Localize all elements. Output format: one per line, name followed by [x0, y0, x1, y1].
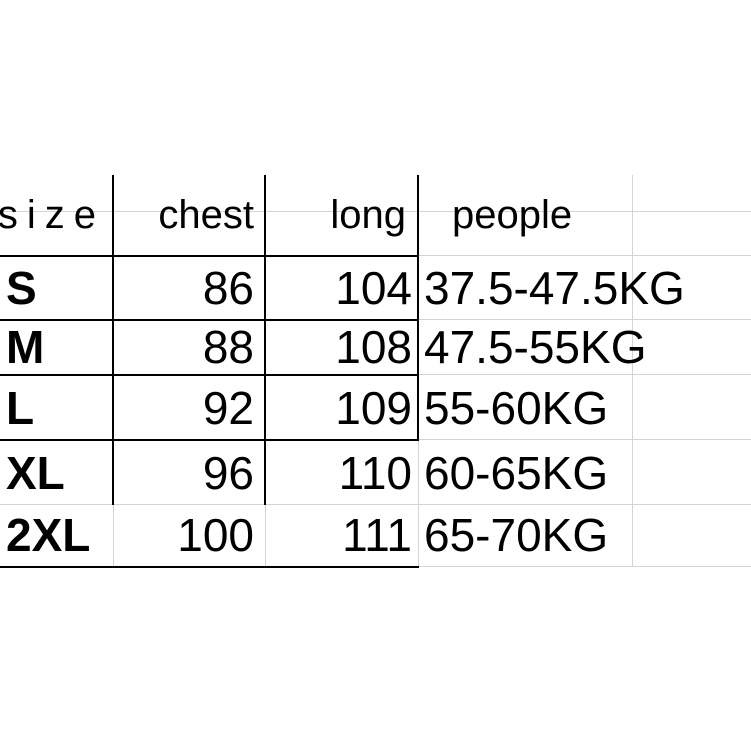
column-header-people: people: [452, 193, 573, 237]
table-cell-people: 47.5-55KG: [424, 321, 647, 373]
table-cell-size: XL: [6, 447, 65, 499]
table-border-horizontal: [0, 255, 419, 257]
table-cell-size: 2XL: [6, 509, 91, 561]
table-border-horizontal: [0, 374, 419, 376]
table-cell-people: 37.5-47.5KG: [424, 262, 685, 314]
table-cell-size: L: [6, 382, 35, 434]
column-header-long: long: [330, 193, 406, 237]
table-cell-people: 65-70KG: [424, 509, 609, 561]
table-border-horizontal: [0, 439, 419, 441]
table-cell-chest: 86: [202, 262, 254, 314]
table-cell-size: M: [6, 321, 45, 373]
table-cell-chest: 96: [202, 447, 254, 499]
size-chart-image: size chest long people S 86 104 37.5-47.…: [0, 0, 751, 751]
table-cell-size: S: [6, 262, 37, 314]
table-cell-long: 104: [335, 262, 412, 314]
table-border-horizontal: [0, 566, 419, 568]
table-cell-long: 111: [342, 509, 412, 561]
table-cell-long: 110: [338, 447, 412, 499]
column-header-chest: chest: [158, 193, 254, 237]
table-cell-chest: 92: [202, 382, 254, 434]
table-border-vertical: [112, 175, 114, 505]
table-cell-long: 109: [335, 382, 412, 434]
table-cell-chest: 88: [202, 321, 254, 373]
table-border-vertical: [264, 175, 266, 505]
table-cell-long: 108: [335, 321, 412, 373]
table-border-vertical: [417, 175, 419, 440]
column-header-size: size: [0, 193, 105, 237]
table-cell-chest: 100: [177, 509, 254, 561]
table-cell-people: 55-60KG: [424, 382, 609, 434]
table-cell-people: 60-65KG: [424, 447, 609, 499]
